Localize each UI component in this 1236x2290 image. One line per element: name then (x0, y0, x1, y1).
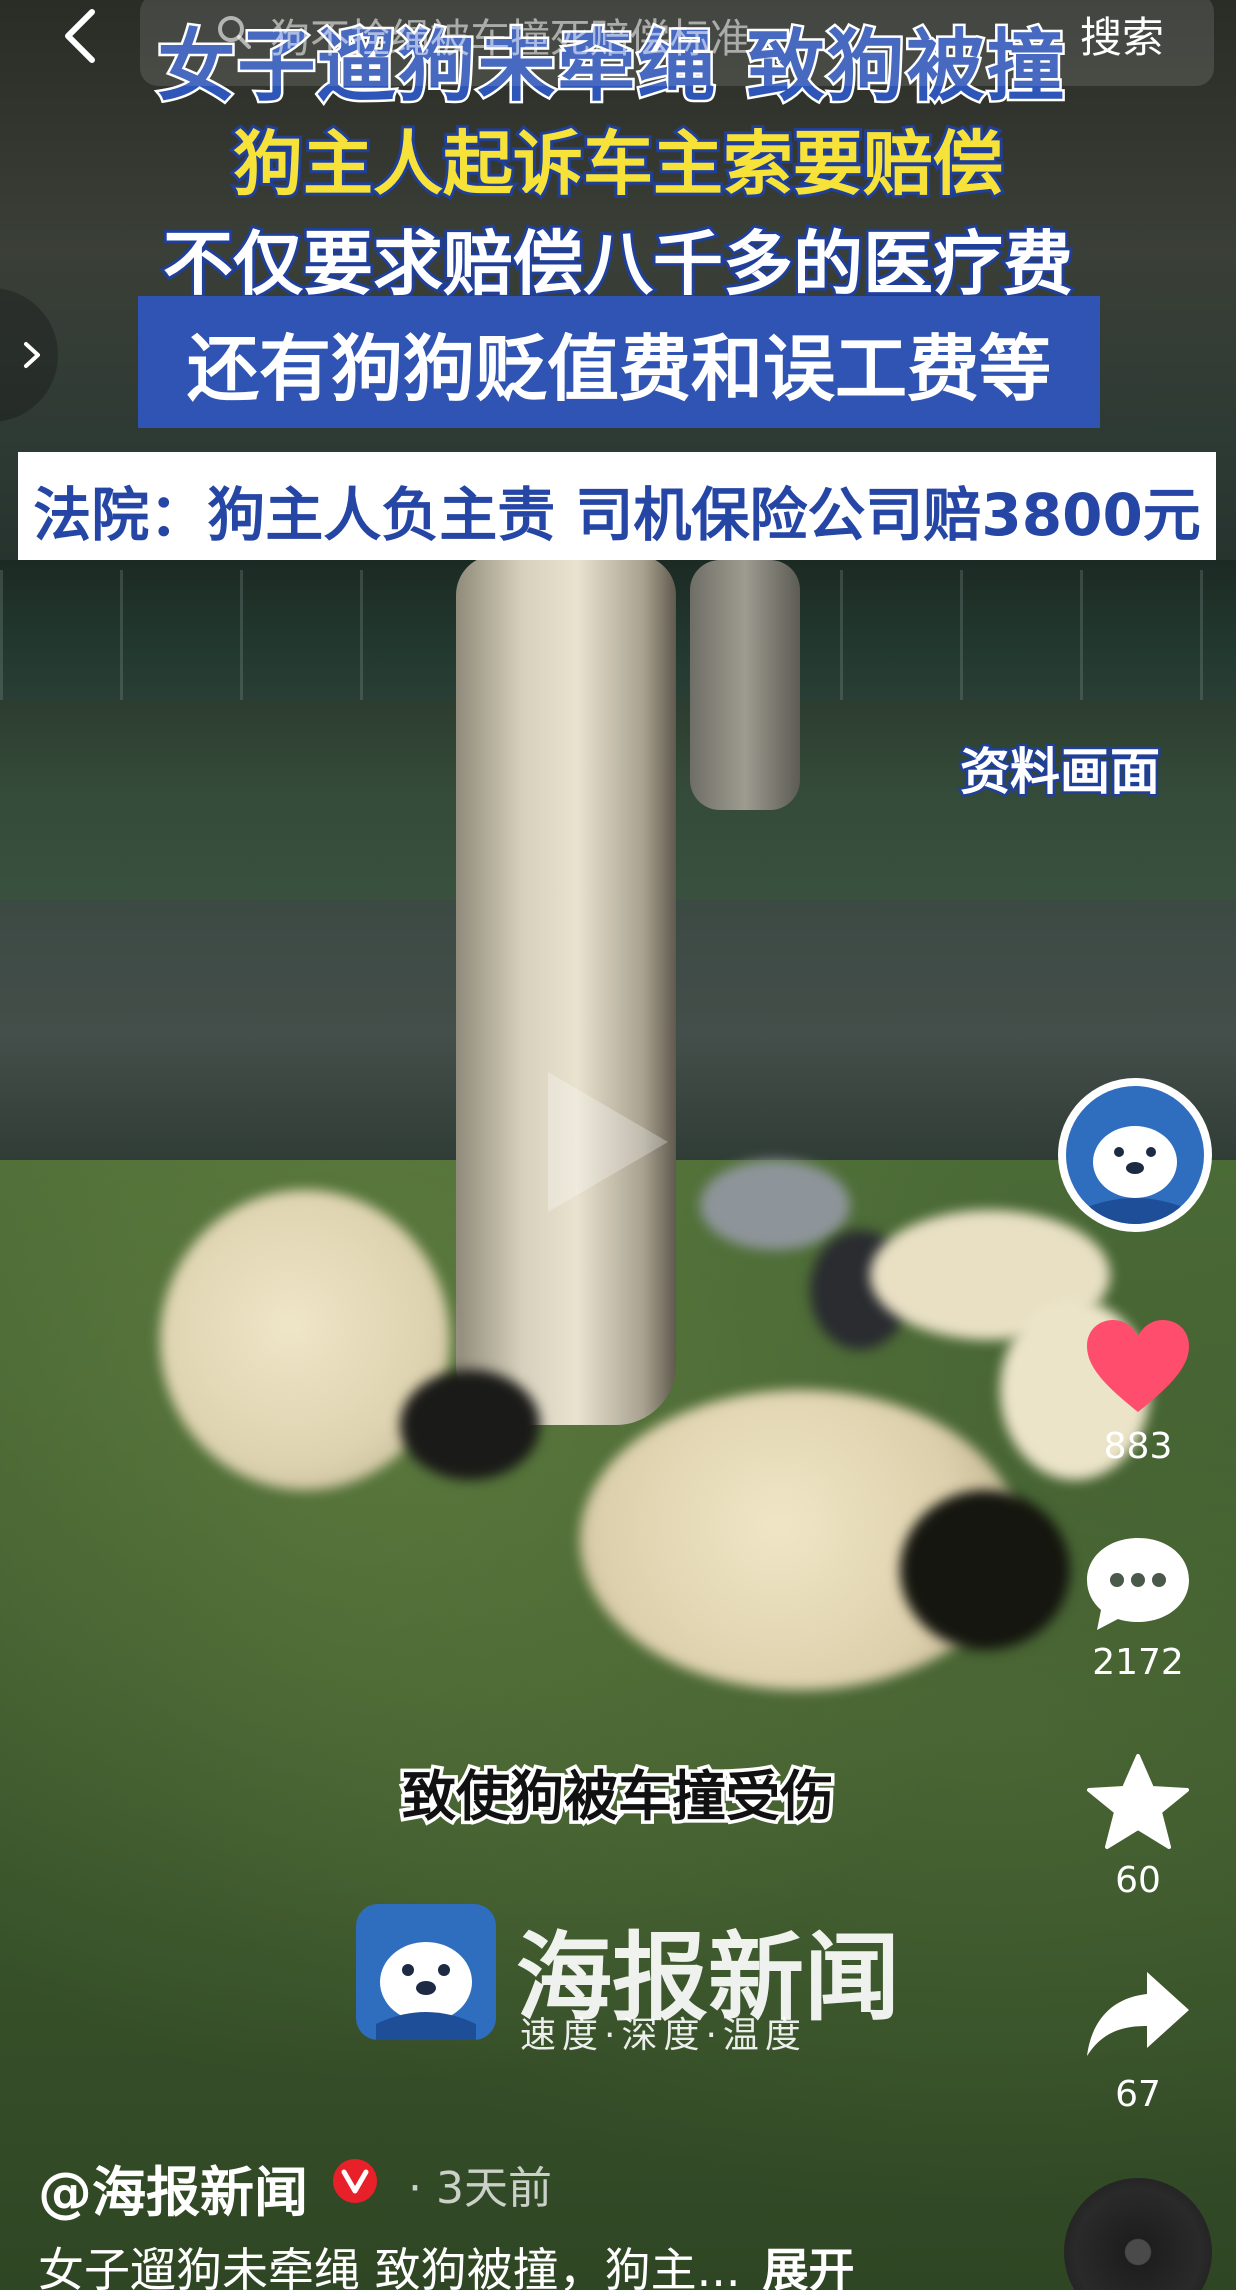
seal-mascot-icon (376, 1942, 476, 2040)
headline-caption-4: 还有狗狗贬值费和误工费等 (186, 327, 1051, 411)
post-description-text: 女子遛狗未牵绳 致狗被撞，狗主... (38, 2243, 741, 2290)
brand-slogan: 速度·深度·温度 (520, 2015, 807, 2056)
favorite-action[interactable]: 60 (1058, 1752, 1218, 1901)
verified-badge-icon (333, 2159, 377, 2203)
share-count: 67 (1115, 2074, 1161, 2115)
star-icon[interactable] (1083, 1752, 1193, 1852)
favorite-count: 60 (1115, 1860, 1161, 1901)
tree-trunk (456, 555, 676, 1425)
video-player[interactable]: 女子遛狗未牵绳 致狗被撞 狗主人起诉车主索要赔偿 不仅要求赔偿八千多的医疗费 还… (0, 0, 1236, 2290)
like-action[interactable]: 883 (1058, 1318, 1218, 1467)
post-time-value: 3天前 (435, 2163, 552, 2214)
comment-bubble-icon[interactable] (1083, 1534, 1193, 1634)
author-name[interactable]: @海报新闻 (38, 2148, 308, 2227)
chevron-right-icon (24, 342, 40, 368)
share-action[interactable]: 67 (1058, 1966, 1218, 2115)
comment-action[interactable]: 2172 (1058, 1534, 1218, 1683)
court-banner: 法院：狗主人负主责 司机保险公司赔3800元 (33, 481, 1201, 549)
author-avatar[interactable] (1066, 1086, 1204, 1224)
play-watermark-icon (548, 1072, 668, 1212)
headline-caption-3: 不仅要求赔偿八千多的医疗费 (160, 220, 1076, 308)
expand-button[interactable]: 展开 (763, 2243, 855, 2290)
top-bar: 狗不拴绳被车撞死赔偿标准 搜索 (0, 0, 1236, 90)
comment-count: 2172 (1092, 1642, 1184, 1683)
dog-figure (900, 1490, 1070, 1650)
archive-footage-tag: 资料画面 (958, 741, 1163, 804)
back-arrow-icon[interactable] (56, 6, 106, 66)
background-tree-trunk (690, 560, 800, 810)
video-subtitle: 致使狗被车撞受伤 (399, 1762, 838, 1832)
seal-mascot-icon (1080, 1126, 1190, 1224)
heart-icon[interactable] (1083, 1318, 1193, 1418)
post-time: · 3天前 (408, 2163, 552, 2214)
dog-figure (400, 1370, 540, 1480)
brand-logo (356, 1904, 496, 2040)
share-arrow-icon[interactable] (1083, 1966, 1193, 2066)
like-count: 883 (1103, 1426, 1173, 1467)
search-icon (218, 16, 251, 49)
search-query[interactable]: 狗不拴绳被车撞死赔偿标准 (270, 6, 750, 64)
headline-caption-2: 狗主人起诉车主索要赔偿 (230, 120, 1006, 208)
post-description: 女子遛狗未牵绳 致狗被撞，狗主... 展开 (38, 2234, 855, 2290)
dog-figure (700, 1160, 850, 1250)
search-button[interactable]: 搜索 (1080, 4, 1164, 65)
